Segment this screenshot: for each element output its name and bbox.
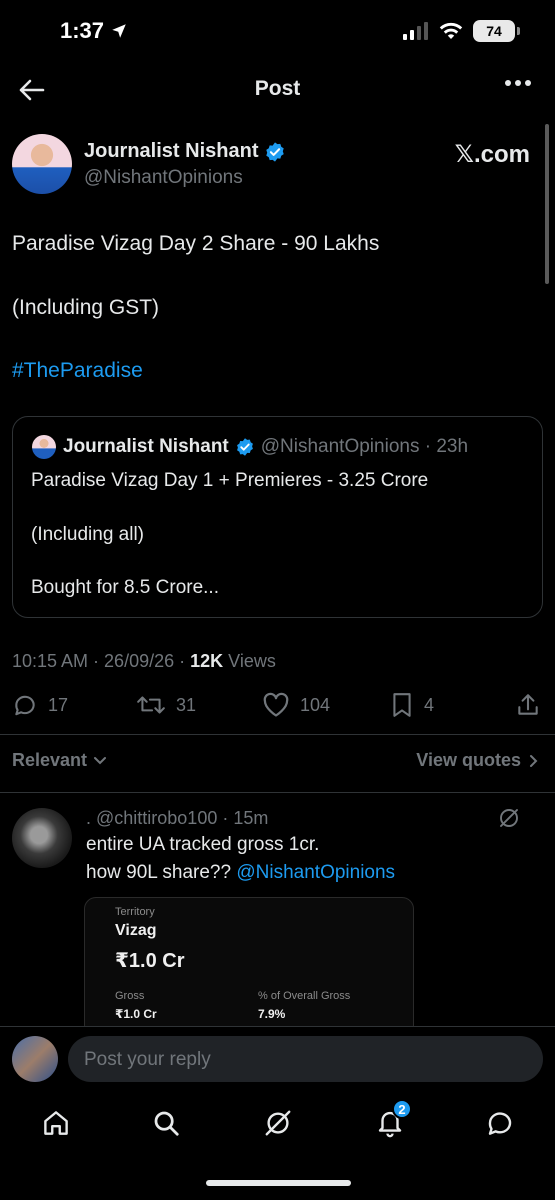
hashtag-link[interactable]: #TheParadise xyxy=(12,359,143,383)
status-time: 1:37 xyxy=(60,18,128,44)
battery-level: 74 xyxy=(486,23,502,39)
like-button[interactable]: 104 xyxy=(262,692,330,718)
battery-indicator: 74 xyxy=(473,20,520,42)
grok-icon[interactable] xyxy=(497,806,521,830)
more-options-button[interactable] xyxy=(505,80,531,86)
heart-icon xyxy=(262,692,290,718)
gross-value: ₹1.0 Cr xyxy=(115,1007,157,1021)
sort-label: Relevant xyxy=(12,750,88,770)
share-button[interactable] xyxy=(515,692,541,718)
author-name: Journalist Nishant xyxy=(84,140,259,162)
location-arrow-icon xyxy=(110,22,128,40)
x-com-watermark: 𝕏.com xyxy=(454,141,530,168)
divider xyxy=(0,792,555,793)
reply-author-meta[interactable]: . @chittirobo100 · 15m xyxy=(86,808,268,829)
repost-button[interactable]: 31 xyxy=(136,692,196,718)
reply-icon xyxy=(12,692,38,718)
nav-notifications[interactable]: 2 xyxy=(372,1099,412,1141)
quoted-author-name: Journalist Nishant xyxy=(63,436,229,457)
territory-label: Territory xyxy=(115,906,155,918)
view-quotes-link[interactable]: View quotes xyxy=(416,750,539,771)
reply-image-card[interactable]: Territory Vizag ₹1.0 Cr Gross ₹1.0 Cr % … xyxy=(84,897,414,1037)
author-handle[interactable]: @NishantOpinions xyxy=(84,167,243,189)
page-title: Post xyxy=(254,77,301,100)
reply-text-line: how 90L share?? @NishantOpinions xyxy=(86,862,395,884)
quoted-post[interactable]: Journalist Nishant @NishantOpinions · 23… xyxy=(12,416,543,618)
home-icon xyxy=(41,1108,71,1138)
verified-badge-icon xyxy=(235,437,255,457)
grok-icon xyxy=(263,1108,293,1138)
current-user-avatar[interactable] xyxy=(12,1036,58,1082)
post-text-line: (Including GST) xyxy=(12,296,160,319)
repost-icon xyxy=(136,692,166,718)
chat-bubble-icon xyxy=(485,1108,515,1138)
nav-messages[interactable] xyxy=(482,1105,518,1141)
author-avatar[interactable] xyxy=(12,134,72,194)
reply-count: 17 xyxy=(48,694,69,715)
post-text-line: Paradise Vizag Day 2 Share - 90 Lakhs xyxy=(12,232,380,255)
reply-text-line: entire UA tracked gross 1cr. xyxy=(86,834,320,855)
pct-value: 7.9% xyxy=(258,1007,286,1021)
signal-icon xyxy=(403,22,429,40)
chevron-right-icon xyxy=(529,754,539,768)
search-icon xyxy=(151,1108,181,1138)
scrollbar[interactable] xyxy=(545,124,549,284)
view-quotes-label: View quotes xyxy=(416,750,521,770)
divider xyxy=(0,734,555,735)
quoted-meta: @NishantOpinions · 23h xyxy=(260,436,469,457)
quoted-header: Journalist Nishant @NishantOpinions · 23… xyxy=(63,436,468,458)
bookmark-button[interactable]: 4 xyxy=(390,692,434,718)
territory-amount: ₹1.0 Cr xyxy=(115,950,185,972)
reply-author-avatar[interactable] xyxy=(12,808,72,868)
quoted-text-line: Paradise Vizag Day 1 + Premieres - 3.25 … xyxy=(31,470,429,491)
post-timestamp-views: 10:15 AM · 26/09/26 · 12K Views xyxy=(12,651,276,672)
nav-grok[interactable] xyxy=(260,1105,296,1141)
views-label: Views xyxy=(223,651,276,671)
status-time-text: 1:37 xyxy=(60,18,105,43)
sort-relevant-dropdown[interactable]: Relevant xyxy=(12,750,107,771)
status-indicators: 74 xyxy=(403,20,520,42)
quoted-text-line: (Including all) xyxy=(31,524,144,545)
home-indicator[interactable] xyxy=(206,1180,351,1186)
share-icon xyxy=(515,692,541,718)
notification-badge: 2 xyxy=(392,1099,412,1119)
reply-text: how 90L share?? xyxy=(86,862,237,883)
reply-button[interactable]: 17 xyxy=(12,692,68,718)
quoted-author-avatar xyxy=(32,435,56,459)
bookmark-count: 4 xyxy=(424,694,435,715)
nav-search[interactable] xyxy=(148,1105,184,1141)
views-count: 12K xyxy=(190,651,224,671)
mention-link[interactable]: @NishantOpinions xyxy=(236,862,395,883)
nav-home[interactable] xyxy=(38,1105,74,1141)
bookmark-icon xyxy=(390,692,414,718)
wifi-icon xyxy=(439,22,463,40)
territory-name: Vizag xyxy=(115,922,157,939)
pct-label: % of Overall Gross xyxy=(258,990,351,1002)
gross-label: Gross xyxy=(115,990,145,1002)
reply-input[interactable]: Post your reply xyxy=(68,1036,543,1082)
verified-badge-icon xyxy=(264,141,286,163)
post-datetime: 10:15 AM · 26/09/26 · xyxy=(12,651,191,671)
author-name-row[interactable]: Journalist Nishant xyxy=(84,140,286,163)
like-count: 104 xyxy=(300,694,331,715)
quoted-text-line: Bought for 8.5 Crore... xyxy=(31,577,219,598)
repost-count: 31 xyxy=(176,694,197,715)
chevron-down-icon xyxy=(93,756,107,766)
